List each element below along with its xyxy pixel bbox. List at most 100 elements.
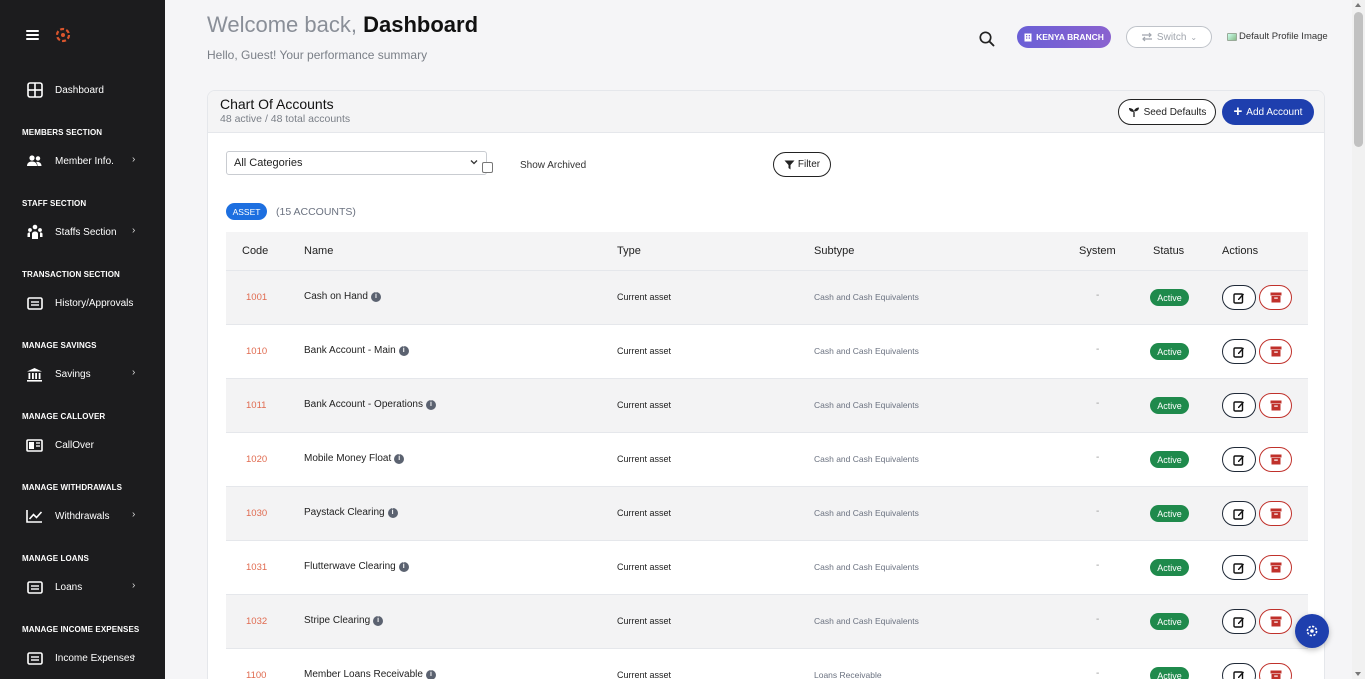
info-icon[interactable]: i — [398, 345, 409, 356]
menu-icon[interactable] — [26, 30, 39, 40]
account-type: Current asset — [617, 616, 672, 626]
scroll-up-arrow-icon[interactable] — [1355, 3, 1361, 7]
edit-button[interactable] — [1222, 663, 1256, 679]
account-code[interactable]: 1030 — [246, 508, 267, 519]
archive-icon — [1270, 400, 1281, 411]
greeting-name: Dashboard — [363, 12, 479, 37]
list-icon — [26, 295, 43, 312]
account-code[interactable]: 1010 — [246, 346, 267, 357]
sidebar-item-callover[interactable]: CallOver — [0, 425, 165, 465]
info-icon[interactable]: i — [425, 669, 436, 679]
edit-button[interactable] — [1222, 555, 1256, 580]
seed-defaults-label: Seed Defaults — [1143, 106, 1207, 118]
archive-button[interactable] — [1259, 555, 1292, 580]
chevron-down-icon: ⌄ — [1190, 32, 1198, 42]
info-icon[interactable]: i — [394, 453, 405, 464]
archive-button[interactable] — [1259, 501, 1292, 526]
edit-button[interactable] — [1222, 609, 1256, 634]
branch-badge[interactable]: KENYA BRANCH — [1017, 26, 1111, 48]
account-name-cell: Bank Account - Operations i — [304, 399, 436, 410]
sidebar-item-history-approvals[interactable]: History/Approvals — [0, 283, 165, 323]
add-account-button[interactable]: + Add Account — [1222, 99, 1314, 125]
edit-icon — [1233, 346, 1244, 358]
archive-button[interactable] — [1259, 339, 1292, 364]
sidebar-item-withdrawals[interactable]: Withdrawals › — [0, 496, 165, 536]
switch-button[interactable]: Switch ⌄ — [1126, 26, 1212, 48]
account-code[interactable]: 1001 — [246, 292, 267, 303]
card-header: Chart Of Accounts 48 active / 48 total a… — [208, 91, 1324, 133]
archive-icon — [1270, 670, 1281, 679]
account-type: Current asset — [617, 508, 672, 518]
edit-button[interactable] — [1222, 501, 1256, 526]
settings-fab[interactable] — [1295, 614, 1329, 648]
show-archived-checkbox[interactable] — [482, 162, 493, 173]
sidebar-item-loans[interactable]: Loans › — [0, 567, 165, 607]
col-name: Name — [304, 245, 334, 257]
account-system: - — [1096, 398, 1100, 409]
page-title: Welcome back, Dashboard — [207, 12, 478, 38]
page-scrollbar[interactable] — [1352, 0, 1365, 679]
info-icon[interactable]: i — [387, 507, 398, 518]
profile-image[interactable]: Default Profile Image — [1227, 31, 1328, 42]
account-name: Bank Account - Main — [304, 345, 396, 356]
archive-button[interactable] — [1259, 447, 1292, 472]
info-icon[interactable]: i — [370, 291, 381, 302]
card-title: Chart Of Accounts — [220, 96, 334, 112]
col-system: System — [1079, 245, 1116, 257]
gear-icon — [1306, 625, 1318, 637]
edit-button[interactable] — [1222, 285, 1256, 310]
accounts-table: Code Name Type Subtype System Status Act… — [226, 232, 1308, 679]
account-subtype: Cash and Cash Equivalents — [814, 508, 919, 518]
archive-icon — [1270, 508, 1281, 519]
edit-button[interactable] — [1222, 339, 1256, 364]
sidebar-item-member-info[interactable]: Member Info. › — [0, 141, 165, 181]
archive-button[interactable] — [1259, 663, 1292, 679]
sidebar-item-dashboard[interactable]: Dashboard — [0, 70, 165, 110]
seed-defaults-button[interactable]: Seed Defaults — [1118, 99, 1216, 125]
broken-image-icon — [1227, 32, 1237, 41]
col-status: Status — [1153, 245, 1185, 257]
account-code[interactable]: 1031 — [246, 562, 267, 573]
category-select[interactable]: All Categories — [226, 151, 487, 175]
archive-button[interactable] — [1259, 285, 1292, 310]
account-type: Current asset — [617, 400, 672, 410]
account-system: - — [1096, 668, 1100, 679]
card-subtitle: 48 active / 48 total accounts — [220, 113, 351, 125]
account-subtype: Cash and Cash Equivalents — [814, 400, 919, 410]
account-type: Current asset — [617, 292, 672, 302]
sidebar-item-savings[interactable]: Savings › — [0, 354, 165, 394]
sidebar-section-heading: STAFF SECTION — [22, 199, 87, 208]
logo-icon — [55, 27, 71, 43]
info-icon[interactable]: i — [398, 561, 409, 572]
account-name-cell: Stripe Clearing i — [304, 615, 384, 626]
account-code[interactable]: 1032 — [246, 616, 267, 627]
account-code[interactable]: 1020 — [246, 454, 267, 465]
users-icon — [26, 153, 43, 170]
greeting-prefix: Welcome back, — [207, 12, 357, 37]
seedling-icon — [1128, 107, 1139, 117]
archive-icon — [1270, 346, 1281, 357]
sidebar-item-staffs-section[interactable]: Staffs Section › — [0, 212, 165, 252]
status-badge: Active — [1150, 559, 1189, 576]
account-code[interactable]: 1100 — [246, 670, 266, 679]
edit-button[interactable] — [1222, 447, 1256, 472]
col-subtype: Subtype — [814, 245, 855, 257]
archive-button[interactable] — [1259, 609, 1292, 634]
edit-icon — [1233, 670, 1244, 679]
col-actions: Actions — [1222, 245, 1259, 257]
scroll-down-arrow-icon[interactable] — [1355, 672, 1361, 676]
edit-button[interactable] — [1222, 393, 1256, 418]
filter-button[interactable]: Filter — [773, 152, 831, 177]
account-system: - — [1096, 506, 1100, 517]
scroll-thumb[interactable] — [1354, 12, 1363, 147]
info-icon[interactable]: i — [425, 399, 436, 410]
account-code[interactable]: 1011 — [246, 400, 266, 411]
info-icon[interactable]: i — [373, 615, 384, 626]
account-name-cell: Paystack Clearing i — [304, 507, 398, 518]
archive-icon — [1270, 562, 1281, 573]
chevron-right-icon: › — [132, 154, 136, 165]
account-name: Member Loans Receivable — [304, 669, 423, 679]
search-icon[interactable] — [978, 30, 996, 48]
sidebar-item-income-expenses[interactable]: Income Expenses › — [0, 638, 165, 678]
archive-button[interactable] — [1259, 393, 1292, 418]
